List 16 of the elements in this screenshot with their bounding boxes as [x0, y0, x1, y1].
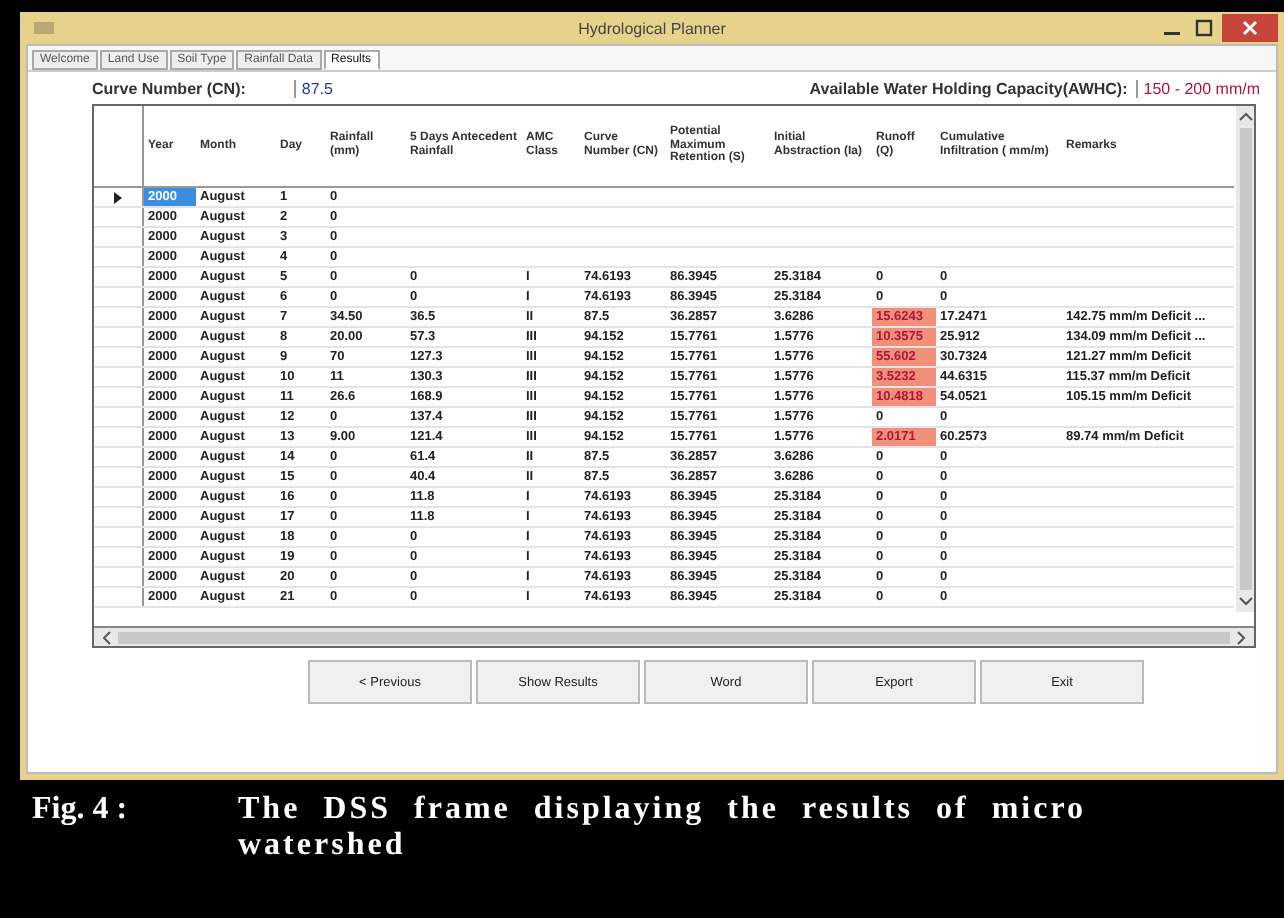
curve-number-label: Curve Number (CN): — [92, 79, 246, 97]
curve-number-field: 87.5 — [293, 79, 333, 97]
scroll-up-icon[interactable] — [1237, 110, 1253, 122]
vertical-scrollbar[interactable] — [1236, 106, 1254, 612]
window-title: Hydrological Planner — [578, 19, 726, 37]
horizontal-scrollbar[interactable] — [94, 626, 1254, 646]
scroll-down-icon[interactable] — [1237, 596, 1253, 608]
awhc-field: 150 - 200 mm/m — [1135, 79, 1260, 97]
app-icon — [34, 20, 54, 36]
scroll-right-icon[interactable] — [1236, 629, 1248, 645]
figure-caption: The DSS frame displaying the results of micro watershed — [238, 792, 1089, 866]
close-icon[interactable] — [1222, 14, 1278, 42]
awhc-label: Available Water Holding Capacity(AWHC): — [809, 79, 1128, 97]
scroll-left-icon[interactable] — [100, 629, 112, 645]
figure-label: Fig. 4 : — [32, 792, 130, 830]
maximize-icon[interactable] — [1190, 16, 1218, 40]
